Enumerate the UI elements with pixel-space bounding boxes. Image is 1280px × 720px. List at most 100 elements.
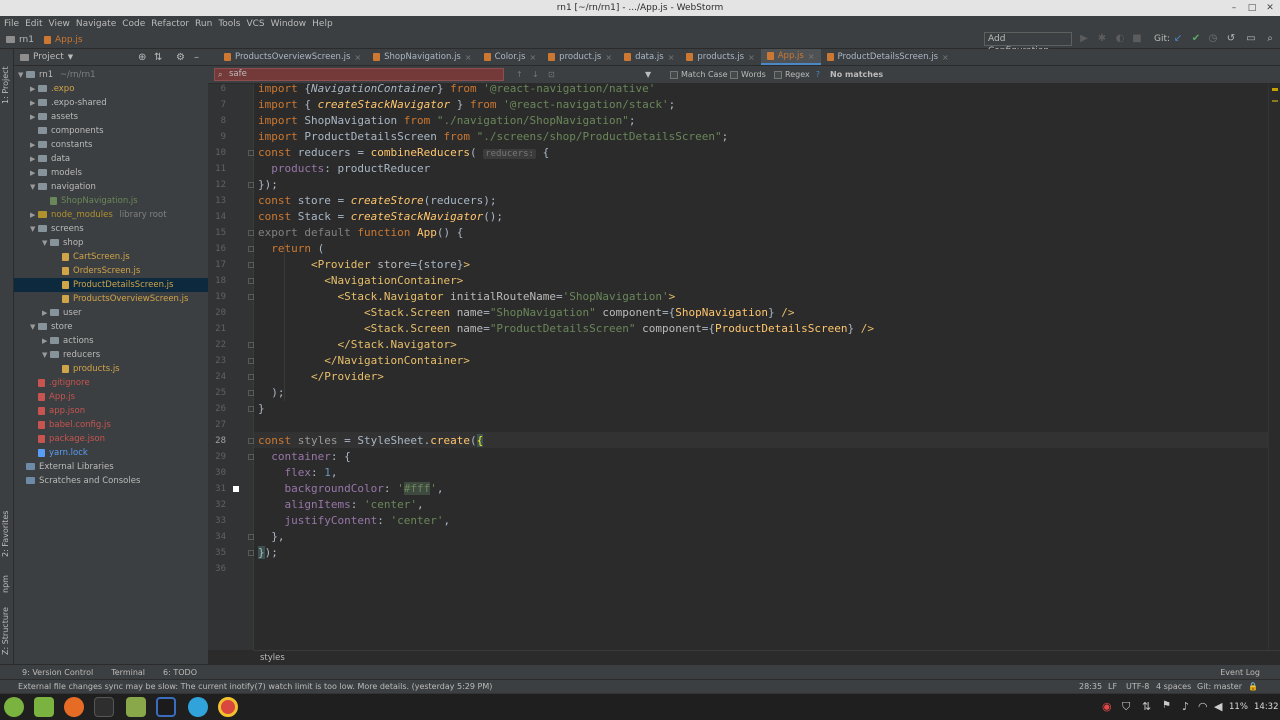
code-line[interactable]: backgroundColor: '#fff', <box>258 481 443 497</box>
file-encoding[interactable]: UTF-8 <box>1126 680 1149 694</box>
breadcrumb-file[interactable]: App.js <box>43 35 83 45</box>
code-line[interactable]: </NavigationContainer> <box>258 353 470 369</box>
bookmark-icon[interactable] <box>233 486 239 492</box>
close-tab-icon[interactable]: × <box>748 53 755 62</box>
regex-checkbox[interactable] <box>774 70 782 79</box>
locate-icon[interactable]: ⊕ <box>138 52 146 63</box>
network-icon[interactable]: ⇅ <box>1142 700 1151 713</box>
project-tool-tab[interactable]: 1: Project <box>1 55 13 115</box>
tree-item[interactable]: ShopNavigation.js <box>14 194 208 208</box>
code-line[interactable]: container: { <box>258 449 350 465</box>
regex-option[interactable]: Regex? <box>774 70 820 79</box>
run-icon[interactable]: ▶ <box>1078 33 1090 45</box>
next-occurrence-icon[interactable]: ↓ <box>532 70 539 79</box>
file-manager-icon[interactable] <box>34 697 54 717</box>
code-line[interactable]: import ShopNavigation from "./navigation… <box>258 113 636 129</box>
battery-level[interactable]: 11% <box>1229 702 1248 712</box>
code-line[interactable]: alignItems: 'center', <box>258 497 424 513</box>
tree-item[interactable]: app.json <box>14 404 208 418</box>
code-line[interactable]: justifyContent: 'center', <box>258 513 451 529</box>
hide-icon[interactable]: – <box>194 52 199 63</box>
code-line[interactable]: const reducers = combineReducers( reduce… <box>258 145 549 161</box>
git-update-icon[interactable]: ↙ <box>1172 33 1184 45</box>
event-log-tab[interactable]: Event Log <box>1220 668 1260 677</box>
lock-icon[interactable]: 🔒 <box>1248 680 1258 694</box>
prev-occurrence-icon[interactable]: ↑ <box>516 70 523 79</box>
code-line[interactable]: import {NavigationContainer} from '@reac… <box>258 84 655 97</box>
tree-item[interactable]: ▶ .expo-shared <box>14 96 208 110</box>
code-line[interactable]: const Stack = createStackNavigator(); <box>258 209 503 225</box>
chevron-right-icon[interactable]: ▶ <box>30 208 38 222</box>
tab-shopnavigation-js[interactable]: ShopNavigation.js × <box>367 49 477 65</box>
volume-icon[interactable]: ♪ <box>1182 700 1189 713</box>
breadcrumb-project[interactable]: rn1 <box>6 35 34 45</box>
chevron-right-icon[interactable]: ▶ <box>42 306 50 320</box>
match-case-checkbox[interactable] <box>670 70 678 79</box>
tree-item[interactable]: ▶ node_modules library root <box>14 208 208 222</box>
favorites-tool-tab[interactable]: 2: Favorites <box>1 504 13 564</box>
structure-tool-tab[interactable]: Z: Structure <box>1 604 13 659</box>
shield-icon[interactable]: ⛉ <box>1122 700 1130 714</box>
git-commit-icon[interactable]: ✔ <box>1190 33 1202 45</box>
words-checkbox[interactable] <box>730 70 738 79</box>
tree-item[interactable]: products.js <box>14 362 208 376</box>
tree-item[interactable]: App.js <box>14 390 208 404</box>
code-line[interactable]: const store = createStore(reducers); <box>258 193 496 209</box>
tree-item[interactable]: ProductsOverviewScreen.js <box>14 292 208 306</box>
close-tab-icon[interactable]: × <box>942 53 949 62</box>
close-tab-icon[interactable]: × <box>808 52 815 61</box>
project-panel-title[interactable]: Project <box>33 52 64 62</box>
tree-item[interactable]: ▼ screens <box>14 222 208 236</box>
chevron-down-icon[interactable]: ▼ <box>30 222 38 236</box>
words-option[interactable]: Words <box>730 70 766 79</box>
code-line[interactable]: products: productReducer <box>258 161 430 177</box>
regex-help-link[interactable]: ? <box>816 70 820 79</box>
tab-product-js[interactable]: product.js × <box>542 49 618 65</box>
tab-products-js[interactable]: products.js × <box>680 49 760 65</box>
code-line[interactable]: export default function App() { <box>258 225 463 241</box>
tree-item[interactable]: External Libraries <box>14 460 208 474</box>
tree-item[interactable]: .gitignore <box>14 376 208 390</box>
tree-item[interactable]: ▶ user <box>14 306 208 320</box>
chevron-down-icon[interactable]: ▼ <box>42 236 50 250</box>
close-tab-icon[interactable]: × <box>354 53 361 62</box>
code-line[interactable]: <Stack.Screen name="ShopNavigation" comp… <box>258 305 795 321</box>
tree-item[interactable]: ▶ assets <box>14 110 208 124</box>
tab-data-js[interactable]: data.js × <box>618 49 680 65</box>
debug-icon[interactable]: ✱ <box>1096 33 1108 45</box>
git-branch[interactable]: Git: master <box>1197 680 1242 694</box>
tree-item[interactable]: ▶ actions <box>14 334 208 348</box>
code-line[interactable]: <NavigationContainer> <box>258 273 463 289</box>
code-editor[interactable]: import {NavigationContainer} from '@reac… <box>254 84 1268 650</box>
terminal-tab[interactable]: Terminal <box>111 668 145 677</box>
chevron-right-icon[interactable]: ▶ <box>30 110 38 124</box>
close-tab-icon[interactable]: × <box>529 53 536 62</box>
telegram-icon[interactable] <box>188 697 208 717</box>
wifi-icon[interactable]: ◠ <box>1198 700 1208 713</box>
tree-item[interactable]: components <box>14 124 208 138</box>
tree-item[interactable]: yarn.lock <box>14 446 208 460</box>
npm-tool-tab[interactable]: npm <box>1 569 13 599</box>
tree-item[interactable]: ▼ shop <box>14 236 208 250</box>
menu-window[interactable]: Window <box>271 19 307 29</box>
chevron-down-icon[interactable]: ▼ <box>68 53 73 61</box>
code-line[interactable]: }); <box>258 545 278 561</box>
code-line[interactable]: import ProductDetailsScreen from "./scre… <box>258 129 728 145</box>
menu-file[interactable]: File <box>4 19 19 29</box>
tab-app-js[interactable]: App.js × <box>760 49 821 65</box>
editor-scrollbar[interactable] <box>1268 84 1280 650</box>
tree-item[interactable]: ▶ .expo <box>14 82 208 96</box>
firefox-icon[interactable] <box>64 697 84 717</box>
tree-item[interactable]: ▼ rn1 ~/rn/rn1 <box>14 68 208 82</box>
chrome-icon[interactable] <box>218 697 238 717</box>
tree-item[interactable]: Scratches and Consoles <box>14 474 208 488</box>
tree-item[interactable]: ▶ constants <box>14 138 208 152</box>
version-control-tab[interactable]: 9: Version Control <box>22 668 93 677</box>
menu-edit[interactable]: Edit <box>25 19 42 29</box>
close-tab-icon[interactable]: × <box>668 53 675 62</box>
chevron-down-icon[interactable]: ▼ <box>18 68 26 82</box>
menu-run[interactable]: Run <box>195 19 212 29</box>
code-line[interactable]: ); <box>258 385 284 401</box>
minimize-icon[interactable]: – <box>1226 0 1242 16</box>
chevron-right-icon[interactable]: ▶ <box>30 96 38 110</box>
